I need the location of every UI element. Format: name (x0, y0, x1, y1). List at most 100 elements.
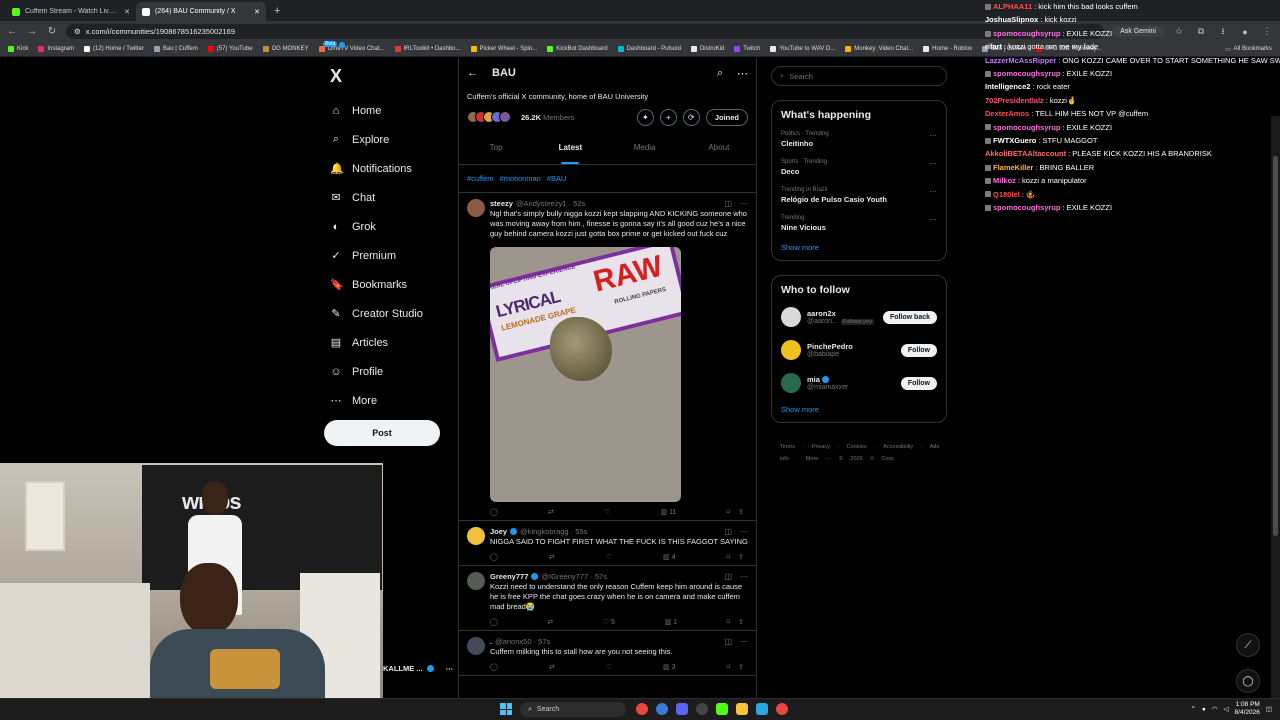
discord-icon[interactable] (676, 703, 688, 715)
more-icon[interactable]: ⋯ (737, 67, 748, 80)
close-icon[interactable]: ✕ (254, 8, 260, 16)
post-author[interactable]: . (490, 637, 492, 646)
bookmark-item[interactable]: Bau | Cuffem (153, 46, 198, 52)
member-avatars[interactable] (467, 111, 511, 123)
repost-button[interactable]: ⇄ (549, 663, 555, 671)
grok-icon[interactable]: ⟋ (1236, 633, 1260, 657)
browser-tab-x[interactable]: (264) BAU Community / X ✕ (136, 2, 266, 21)
follow-button[interactable]: Follow back (882, 310, 937, 324)
avatar[interactable] (467, 527, 485, 545)
file-explorer-icon[interactable] (736, 703, 748, 715)
bookmark-item[interactable]: OG MONKEY (262, 46, 309, 52)
more-icon[interactable]: ⋯ (929, 159, 937, 168)
follow-button[interactable]: Follow (900, 343, 937, 357)
tab-media[interactable]: Media (608, 133, 682, 164)
bookmark-item[interactable]: (57) YouTube (207, 46, 253, 52)
telegram-icon[interactable] (756, 703, 768, 715)
nav-item-notifications[interactable]: 🔔 Notifications (324, 42, 454, 183)
bookmark-button[interactable]: ⌑ ⇪ (727, 663, 744, 671)
hashtag-link[interactable]: #motionman (500, 174, 541, 183)
add-member-icon[interactable]: + (659, 108, 677, 126)
members-count[interactable]: 26.2K Members (521, 113, 574, 122)
avatar[interactable] (467, 637, 485, 655)
footer-links[interactable]: Terms · Privacy · Cookies · Accessibilit… (771, 441, 947, 465)
trend-item[interactable]: Sports · Trending Deco ⋯ (781, 159, 937, 176)
bookmark-item[interactable]: IRLToolkit • Dashbo... (394, 46, 461, 52)
grok-icon[interactable]: ◫ (724, 637, 732, 646)
avatar[interactable] (781, 307, 801, 327)
post-handle[interactable]: @IGreeny777 · 57s (541, 572, 607, 581)
show-more-link[interactable]: Show more (781, 243, 937, 252)
kick-app-icon[interactable] (716, 703, 728, 715)
nav-item-explore[interactable]: ⌕ Explore (324, 125, 454, 154)
more-icon[interactable]: ⋯ (929, 131, 937, 140)
reply-button[interactable]: ◯ (490, 553, 498, 561)
taskbar-search[interactable]: ⌕ Search (520, 702, 626, 717)
more-icon[interactable]: ⋯ (446, 664, 454, 673)
reload-icon[interactable]: ↻ (46, 26, 58, 37)
chrome-icon[interactable] (636, 703, 648, 715)
post[interactable]: . @anonx50 · 57s ◫ ⋯ Cuffem milking this to … (459, 631, 756, 676)
post-button[interactable]: Post (324, 420, 440, 446)
reply-button[interactable]: ◯ (490, 618, 498, 626)
pin-icon[interactable]: ✦ (636, 108, 654, 126)
nav-item-chat[interactable]: ✉ Beta Chat (323, 41, 454, 212)
nav-item-home[interactable]: ⌂ Home (324, 96, 454, 125)
hashtag-link[interactable]: #cuffem (467, 174, 494, 183)
more-icon[interactable]: ⋯ (740, 572, 748, 581)
like-button[interactable]: ♡ (606, 553, 612, 561)
grok-icon[interactable]: ◫ (724, 527, 732, 536)
bookmark-item[interactable]: Twitch (734, 46, 760, 52)
mic-icon[interactable]: ● (1202, 706, 1206, 713)
bookmark-item[interactable]: Monkey: Video Chat... (845, 46, 913, 52)
notification-icon[interactable]: ◫ (1266, 705, 1272, 713)
nav-item-premium[interactable]: ✓ Premium (324, 241, 454, 270)
tab-top[interactable]: Top (459, 133, 533, 164)
bookmark-button[interactable]: ⌑ ⇪ (727, 508, 744, 516)
more-icon[interactable]: ⋯ (740, 637, 748, 646)
nav-item-grok[interactable]: ◐ Grok (324, 212, 454, 241)
more-icon[interactable]: ⋯ (740, 199, 748, 208)
post-author[interactable]: Joey (490, 527, 507, 536)
forward-arrow-icon[interactable]: → (26, 26, 38, 37)
nav-item-creator-studio[interactable]: ✎ Creator Studio (324, 299, 454, 328)
address-bar[interactable]: ⚙ x.com/i/communities/190867851623500216… (66, 24, 1105, 39)
wifi-icon[interactable]: ◠ (1212, 705, 1218, 713)
browser-tab-kick[interactable]: Cuffem Stream - Watch Live on ✕ (6, 2, 136, 21)
nav-item-profile[interactable]: ☺ Profile (324, 357, 454, 386)
avatar[interactable] (781, 373, 801, 393)
post-image[interactable]: REAL UPLIFTING EXPERIENCE LYRICAL RAW LEMON… (490, 247, 681, 502)
edge-icon[interactable] (656, 703, 668, 715)
post-handle[interactable]: @anonx50 · 57s (495, 637, 550, 646)
nav-item-more[interactable]: ⋯ More (324, 386, 454, 415)
trend-item[interactable]: Trending in Brazil Relógio de Pulso Casio… (781, 187, 937, 204)
more-icon[interactable]: ⋯ (929, 215, 937, 224)
repost-button[interactable]: ⇄ (547, 618, 553, 626)
site-info-icon[interactable]: ⚙ (74, 27, 81, 36)
chevron-up-icon[interactable]: ⌃ (1190, 705, 1195, 713)
show-more-link[interactable]: Show more (781, 405, 937, 414)
post-author[interactable]: steezy (490, 199, 513, 208)
volume-icon[interactable]: ◁ (1224, 705, 1229, 713)
bookmark-button[interactable]: ⌑ ⇪ (727, 618, 744, 626)
follow-suggestion[interactable]: mia @miamaxxer Follow (781, 372, 937, 394)
clock[interactable]: 1:08 PM 8/4/2026 (1235, 701, 1260, 717)
bookmark-item[interactable]: Kick (8, 46, 28, 52)
reply-button[interactable]: ◯ (490, 508, 498, 516)
bookmark-item[interactable]: Home - Roblox (923, 46, 972, 52)
avatar[interactable] (781, 340, 801, 360)
hashtag-link[interactable]: #BAU (547, 174, 567, 183)
reply-button[interactable]: ◯ (490, 663, 498, 671)
post-handle[interactable]: @kingkobragg · 55s (520, 527, 587, 536)
bookmark-item[interactable]: Instagram (38, 46, 74, 52)
streamer-account[interactable]: KALLME ... ⋯ (383, 664, 453, 673)
new-tab-button[interactable]: + (266, 5, 288, 21)
share-icon[interactable]: ⇪ (738, 663, 744, 671)
tab-latest[interactable]: Latest (533, 133, 607, 164)
bookmark-item[interactable]: KickBot Dashboard (547, 46, 608, 52)
avatar[interactable] (467, 199, 485, 217)
search-input[interactable]: ⌕ Search (771, 66, 947, 86)
x-logo-icon[interactable]: X (330, 66, 454, 86)
nav-item-bookmarks[interactable]: 🔖 Bookmarks (324, 270, 454, 299)
bookmark-item[interactable]: DistroKid (690, 46, 724, 52)
